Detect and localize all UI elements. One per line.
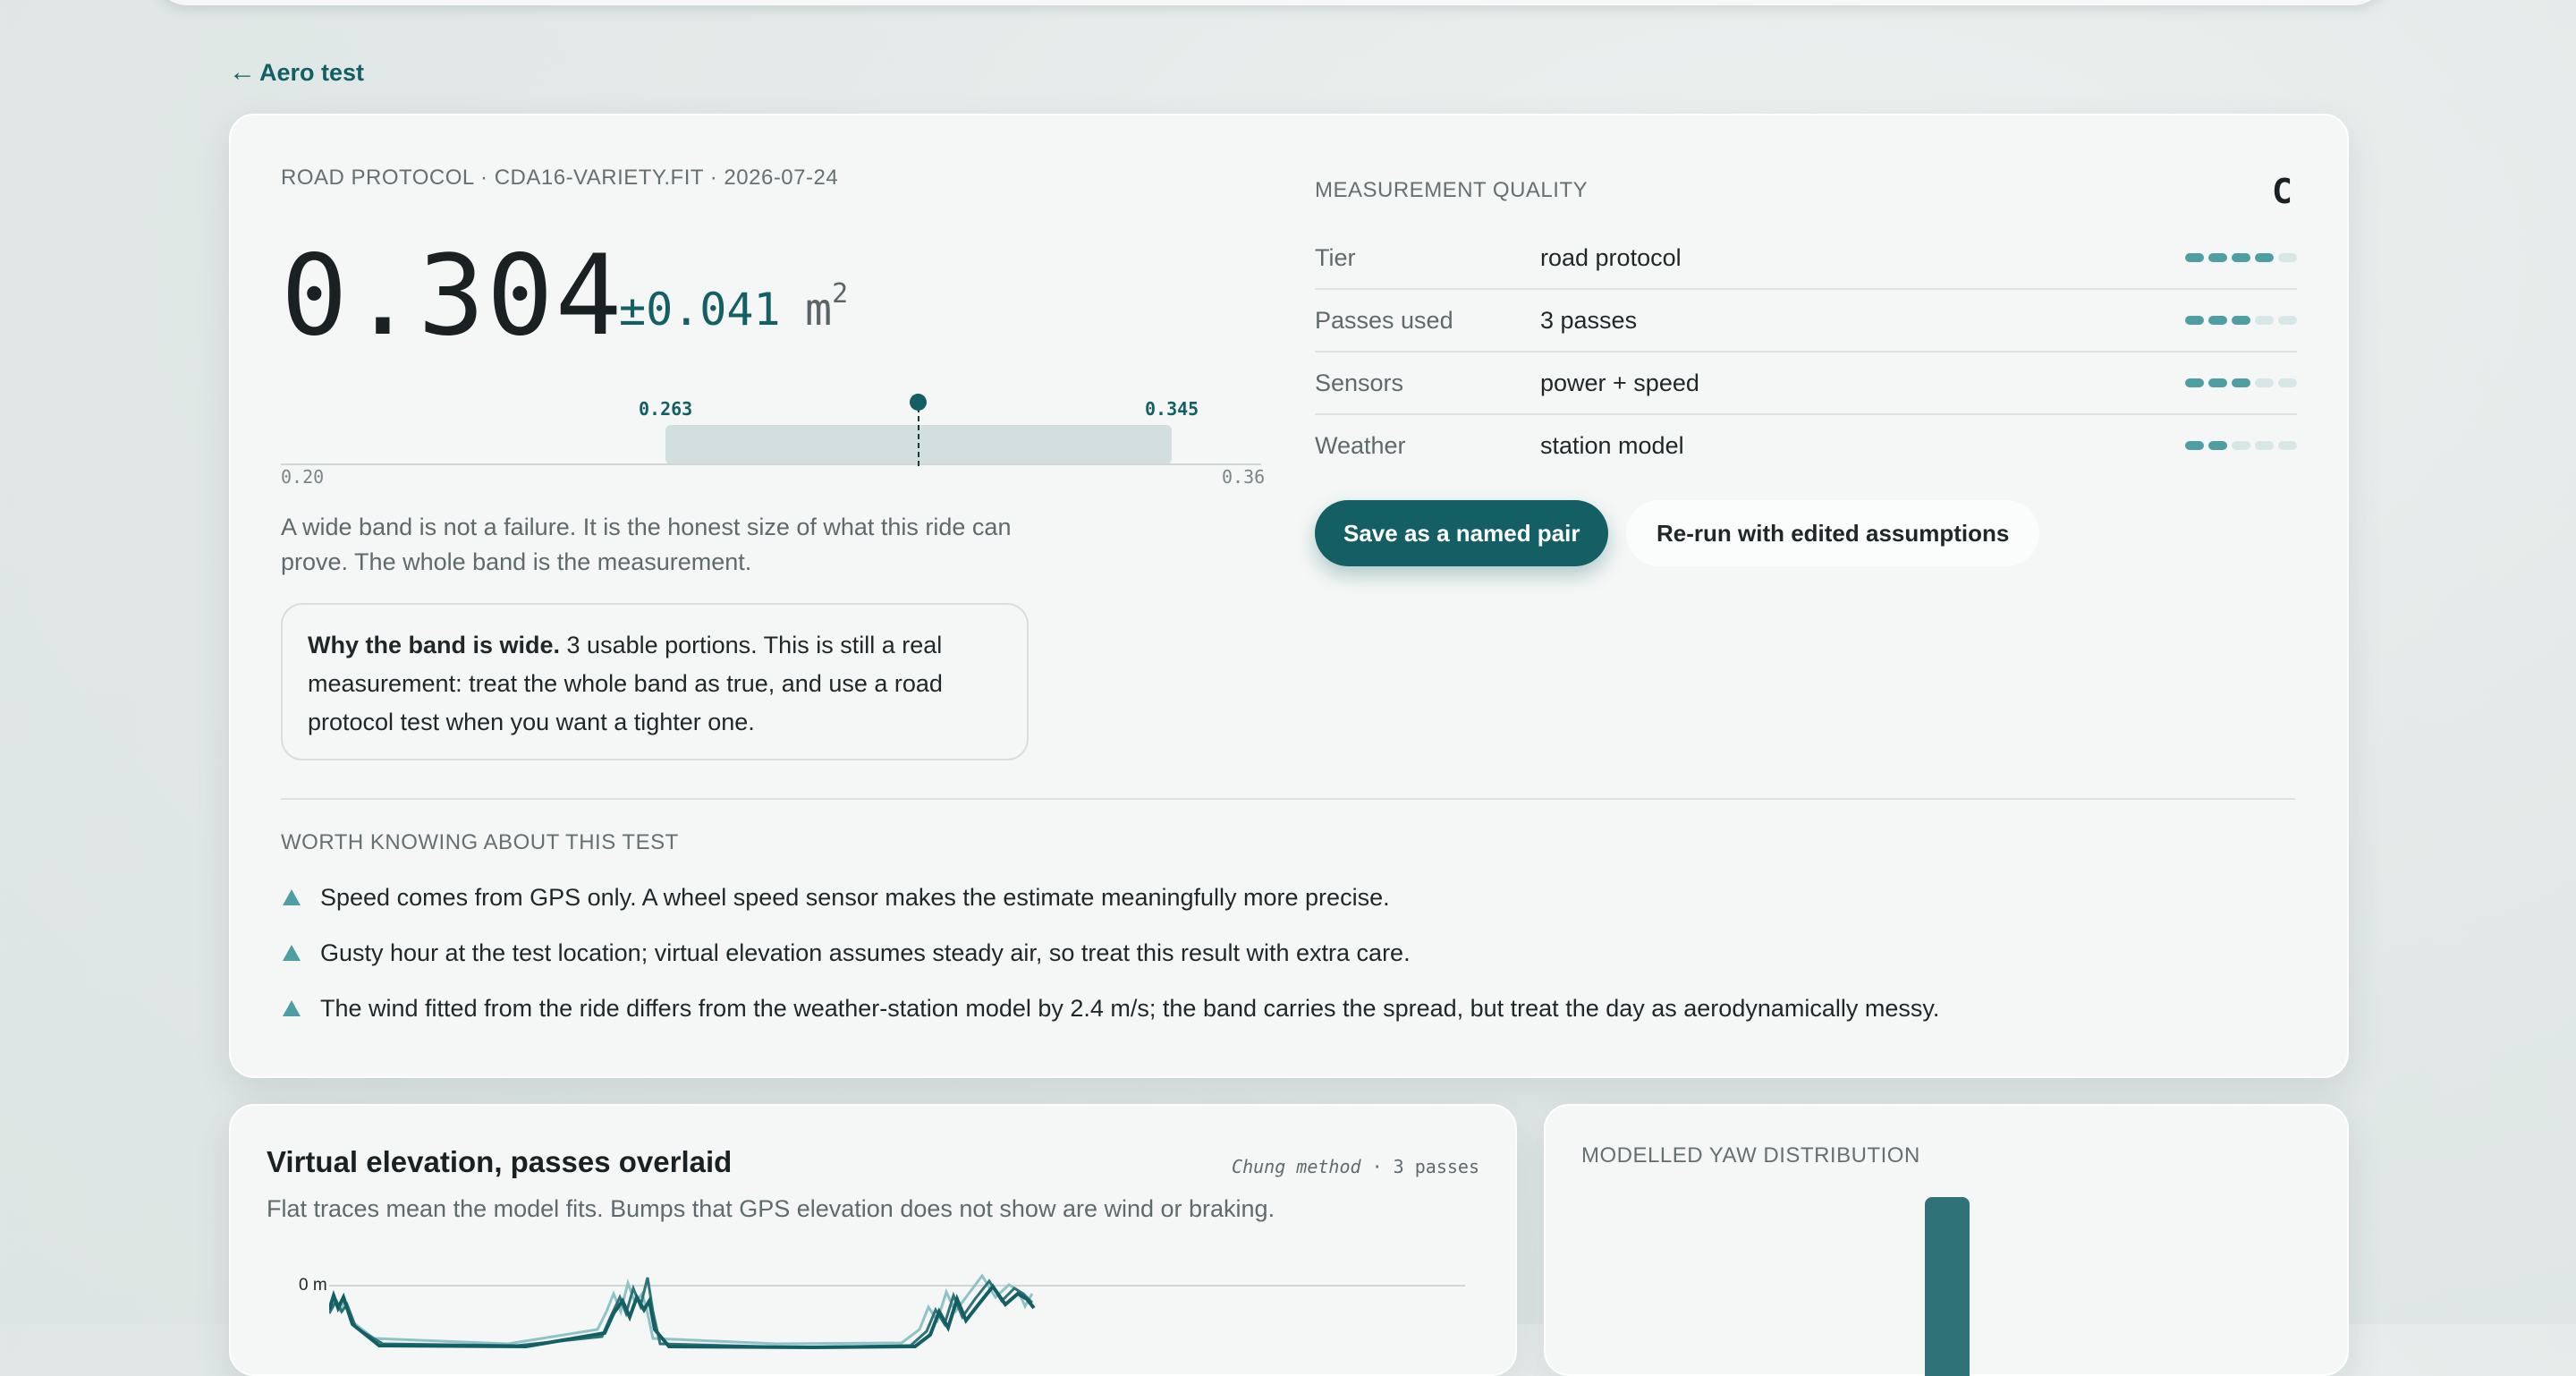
quality-meter-segment [2232,316,2250,325]
rerun-assumptions-button[interactable]: Re-run with edited assumptions [1626,500,2040,566]
cda-uncertainty: ±0.041 [619,284,781,336]
quality-meter-segment [2255,378,2274,387]
quality-meter [2185,316,2297,325]
quality-row-sensors: Sensors power + speed [1315,352,2297,415]
quality-meter-segment [2232,253,2250,262]
method-label: Chung method [1232,1156,1361,1177]
quality-meter-segment [2278,253,2297,262]
top-bar [152,0,2388,5]
list-item: Gusty hour at the test location; virtual… [281,925,2293,981]
result-card: ROAD PROTOCOL · CDA16-VARIETY.FIT · 2026… [229,114,2349,1078]
quality-meter-segment [2255,253,2274,262]
quality-meter-segment [2208,253,2227,262]
band-axis-min: 0.20 [281,466,325,488]
quality-meter-segment [2185,253,2204,262]
unit-base: m [805,284,833,336]
list-item-text: The wind fitted from the ride differs fr… [320,994,1940,1022]
virtual-elevation-meta: Chung method · 3 passes [1232,1156,1479,1177]
pass-trace-3 [329,1283,1036,1350]
yaw-distribution-card: MODELLED YAW DISTRIBUTION [1544,1104,2349,1376]
result-context: ROAD PROTOCOL · CDA16-VARIETY.FIT · 2026… [281,166,839,190]
band-note-heading: Why the band is wide. [308,632,561,658]
quality-row-label: Tier [1315,243,1356,271]
quality-meter [2185,441,2297,450]
quality-row-value: station model [1540,431,1684,459]
quality-meter [2185,253,2297,262]
arrow-left-icon: ← [229,57,256,87]
worth-knowing-title: WORTH KNOWING ABOUT THIS TEST [281,830,679,854]
list-item: The wind fitted from the ride differs fr… [281,981,2293,1036]
quality-grade: C [2272,172,2292,211]
virtual-elevation-subtitle: Flat traces mean the model fits. Bumps t… [267,1195,1275,1222]
list-item-text: Speed comes from GPS only. A wheel speed… [320,883,1390,911]
worth-knowing-list: Speed comes from GPS only. A wheel speed… [281,870,2293,1036]
warning-triangle-icon [283,889,301,905]
quality-meter [2185,378,2297,387]
quality-meter-segment [2232,441,2250,450]
band-note: Why the band is wide. 3 usable portions.… [281,603,1029,760]
quality-row-value: 3 passes [1540,306,1638,334]
quality-row-label: Weather [1315,431,1406,459]
quality-title: MEASUREMENT QUALITY [1315,178,1589,202]
section-divider [281,798,2295,800]
virtual-elevation-title: Virtual elevation, passes overlaid [267,1145,733,1178]
quality-meter-segment [2278,378,2297,387]
band-axis-line [281,463,1261,465]
unit-power: 2 [832,278,849,310]
quality-row-value: power + speed [1540,369,1699,396]
list-item: Speed comes from GPS only. A wheel speed… [281,870,2293,925]
band-high-label: 0.345 [1145,398,1199,420]
quality-row-tier: Tier road protocol [1315,227,2297,290]
back-link[interactable]: ← Aero test [229,57,364,88]
cda-unit: m2 [805,278,848,336]
virtual-elevation-chart [329,1273,1465,1350]
quality-row-passes: Passes used 3 passes [1315,290,2297,352]
zero-elevation-label: 0 m [299,1276,327,1295]
quality-row-label: Passes used [1315,306,1453,334]
warning-triangle-icon [283,945,301,961]
quality-meter-segment [2232,378,2250,387]
band-explanation: A wide band is not a failure. It is the … [281,514,1012,575]
quality-meter-segment [2185,316,2204,325]
band-estimate-marker-line [918,407,919,466]
quality-meter-segment [2278,441,2297,450]
band-estimate-dot [910,394,927,411]
quality-row-weather: Weather station model [1315,415,2297,476]
quality-table: Tier road protocol Passes used 3 passes … [1315,227,2297,476]
quality-meter-segment [2185,378,2204,387]
list-item-text: Gusty hour at the test location; virtual… [320,939,1411,966]
quality-meter-segment [2208,378,2227,387]
quality-row-value: road protocol [1540,243,1682,271]
cda-value: 0.304 [281,232,624,361]
save-named-pair-button[interactable]: Save as a named pair [1315,500,1609,566]
yaw-histogram-bar [1925,1197,1970,1376]
passes-label: 3 passes [1393,1156,1479,1177]
warning-triangle-icon [283,1000,301,1016]
yaw-distribution-title: MODELLED YAW DISTRIBUTION [1581,1143,1920,1168]
quality-meter-segment [2255,316,2274,325]
quality-row-label: Sensors [1315,369,1404,396]
quality-meter-segment [2208,316,2227,325]
band-low-label: 0.263 [639,398,693,420]
quality-meter-segment [2255,441,2274,450]
back-link-label: Aero test [259,58,365,86]
band-axis-max: 0.36 [1222,466,1266,488]
quality-meter-segment [2278,316,2297,325]
quality-meter-segment [2185,441,2204,450]
quality-meter-segment [2208,441,2227,450]
virtual-elevation-card: Virtual elevation, passes overlaid Chung… [229,1104,1517,1376]
